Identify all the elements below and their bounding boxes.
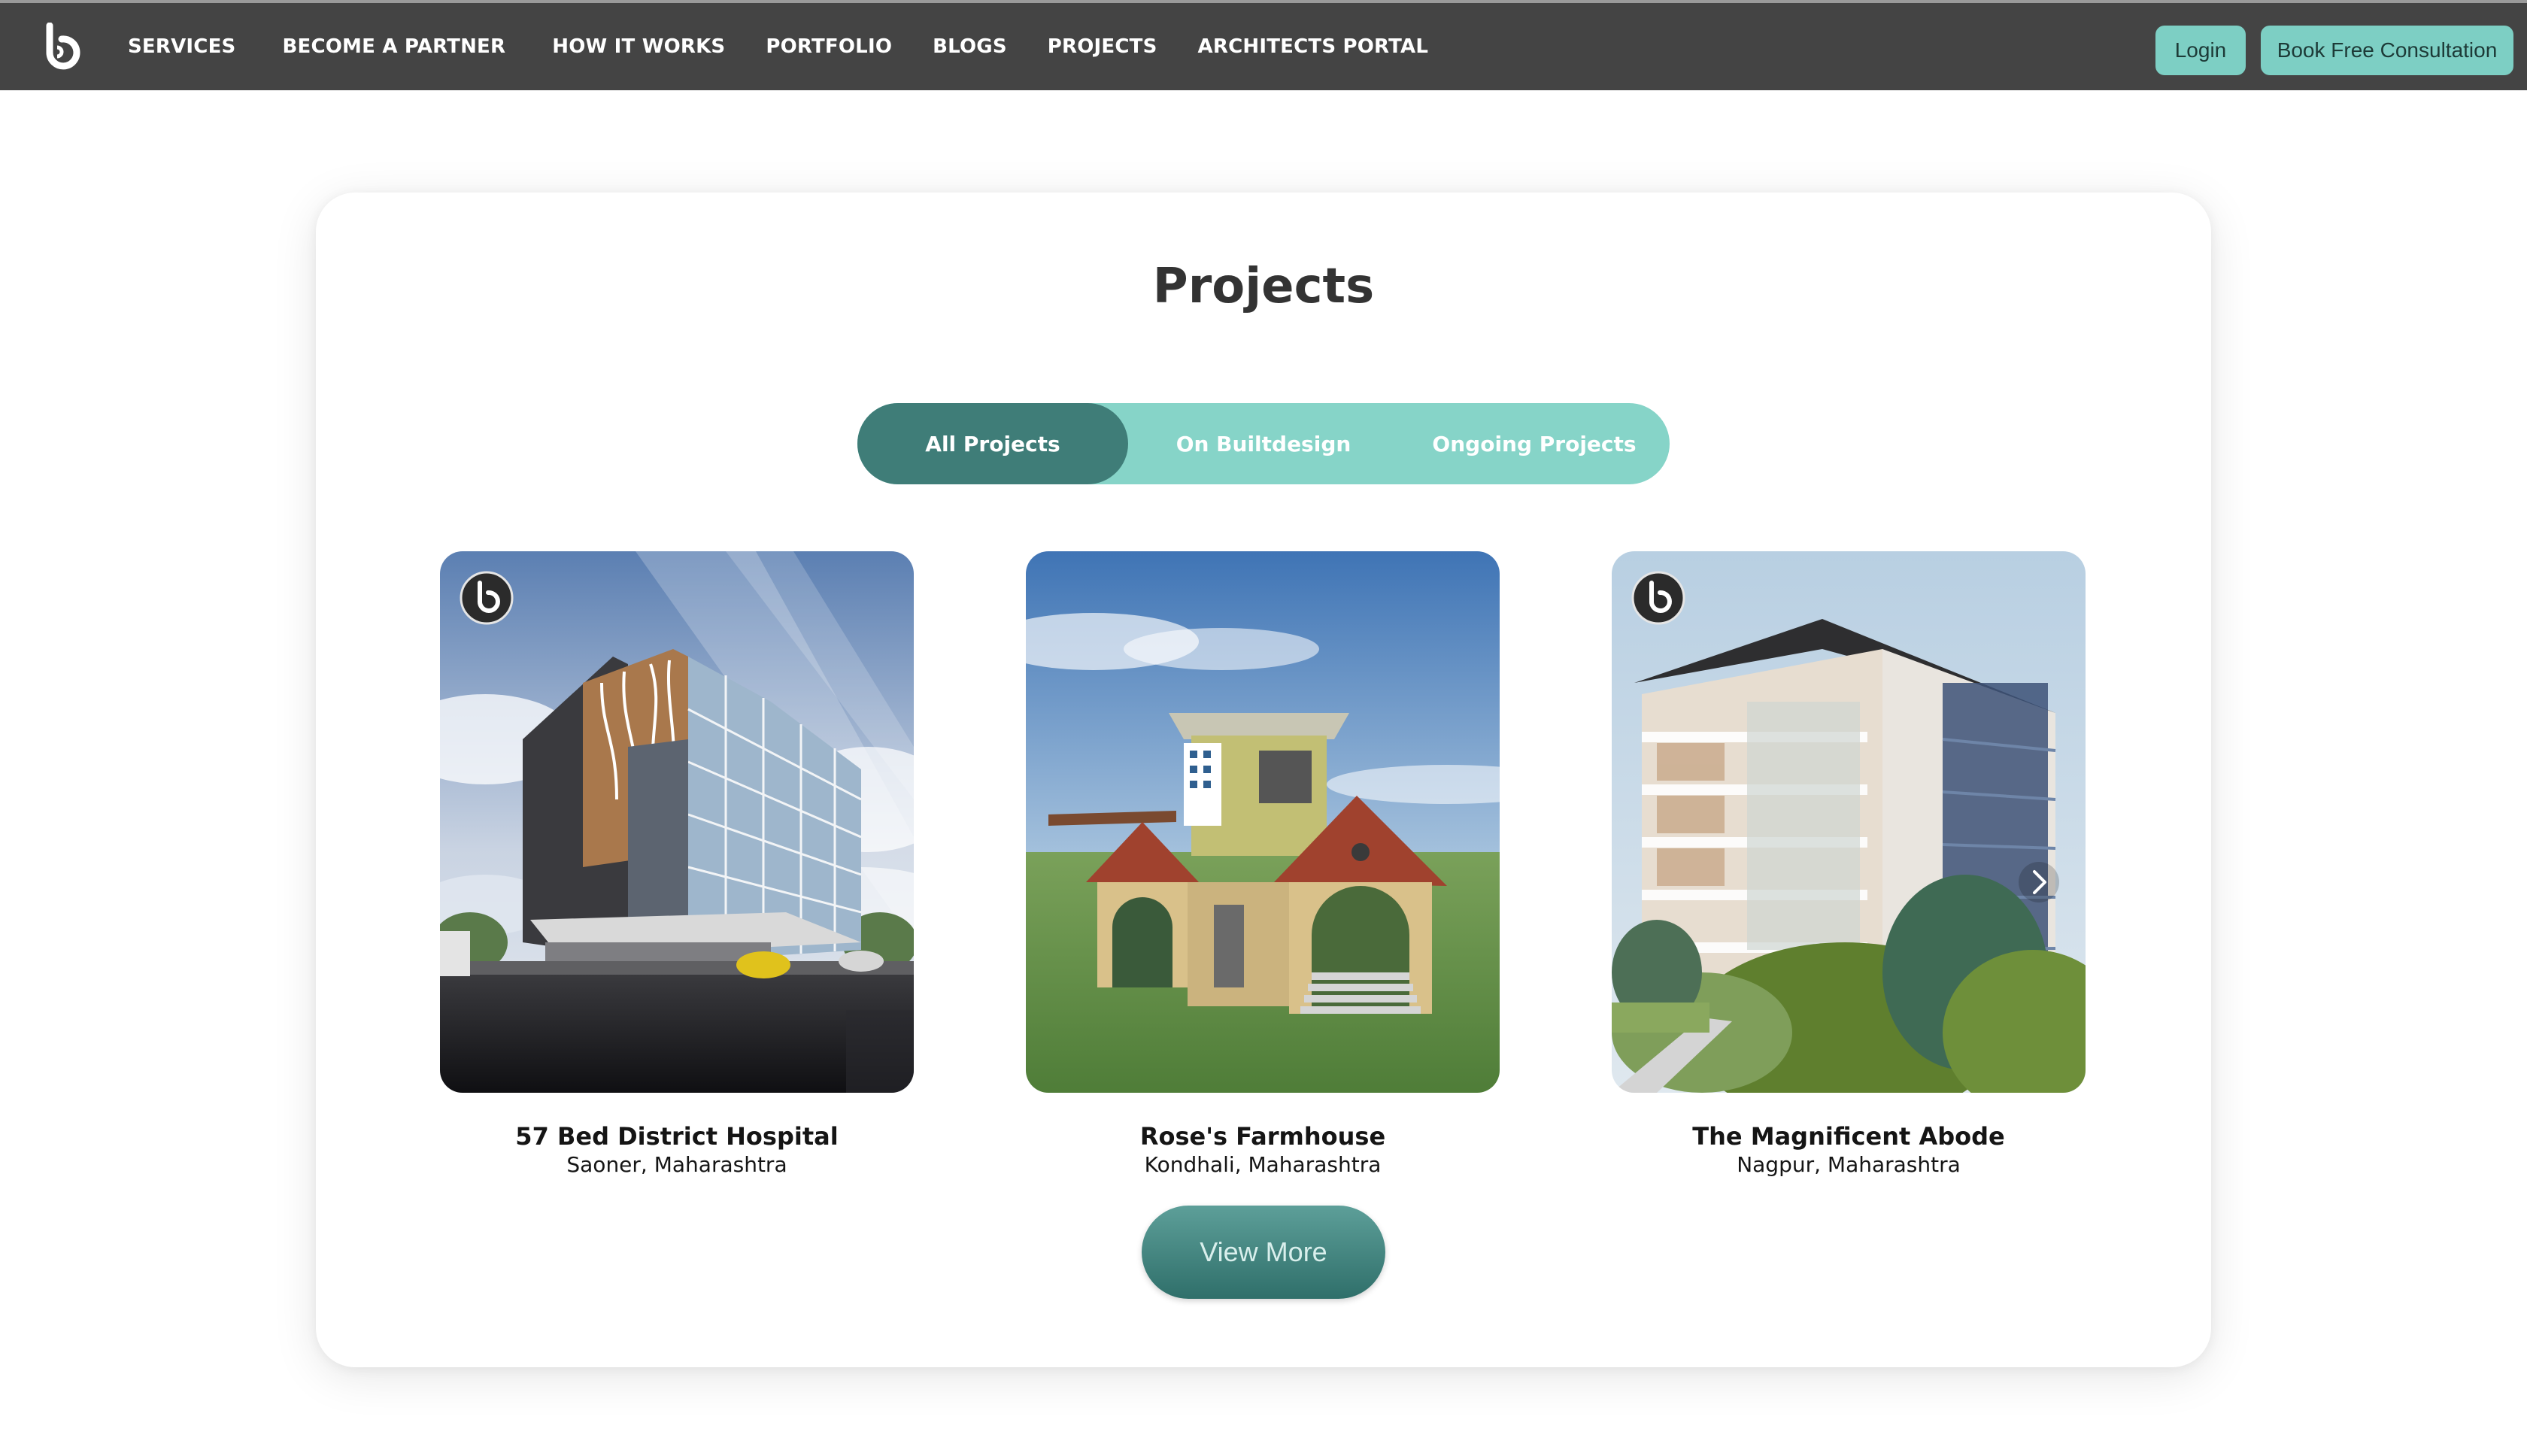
project-card-hospital[interactable]: 57 Bed District Hospital Saoner, Maharas…: [440, 551, 914, 1178]
farmhouse-render-image: [1026, 551, 1500, 1093]
project-name[interactable]: The Magnificent Abode: [1612, 1121, 2086, 1151]
builtdesign-watermark-icon: [460, 571, 514, 625]
nav-link-how-it-works[interactable]: HOW IT WORKS: [552, 35, 725, 58]
nav-link-become-a-partner[interactable]: BECOME A PARTNER: [282, 35, 505, 58]
nav-link-services[interactable]: SERVICES: [128, 35, 235, 58]
chevron-right-icon[interactable]: [2018, 861, 2060, 903]
project-filter-tabs: All Projects On Builtdesign Ongoing Proj…: [857, 403, 1670, 484]
builtdesign-watermark-icon: [1631, 571, 1685, 625]
book-free-consultation-button[interactable]: Book Free Consultation: [2261, 26, 2513, 75]
project-location: Nagpur, Maharashtra: [1737, 1152, 1961, 1177]
project-card-magnificent-abode[interactable]: The Magnificent Abode Nagpur, Maharashtr…: [1612, 551, 2086, 1178]
project-card-farmhouse[interactable]: Rose's Farmhouse Kondhali, Maharashtra: [1026, 551, 1500, 1178]
nav-link-blogs[interactable]: BLOGS: [933, 35, 1007, 58]
hospital-render-image: [440, 551, 914, 1093]
project-image-hospital[interactable]: [440, 551, 914, 1093]
nav-link-portfolio[interactable]: PORTFOLIO: [766, 35, 892, 58]
apartment-render-image: [1612, 551, 2086, 1093]
tab-all-projects[interactable]: All Projects: [857, 403, 1128, 484]
nav-link-projects[interactable]: PROJECTS: [1048, 35, 1157, 58]
project-image-magnificent-abode[interactable]: [1612, 551, 2086, 1093]
section-title: Projects: [1152, 259, 1375, 314]
project-image-farmhouse[interactable]: [1026, 551, 1500, 1093]
top-navbar: SERVICES BECOME A PARTNER HOW IT WORKS P…: [0, 0, 2527, 90]
project-location: Saoner, Maharashtra: [566, 1152, 787, 1177]
tab-ongoing-projects[interactable]: Ongoing Projects: [1399, 403, 1670, 484]
builtdesign-logo-icon[interactable]: [39, 23, 81, 71]
project-name[interactable]: Rose's Farmhouse: [1026, 1121, 1500, 1151]
project-name[interactable]: 57 Bed District Hospital: [440, 1121, 914, 1151]
main-nav: SERVICES BECOME A PARTNER HOW IT WORKS P…: [128, 3, 1475, 90]
view-more-button[interactable]: View More: [1142, 1206, 1385, 1299]
nav-link-architects-portal[interactable]: ARCHITECTS PORTAL: [1198, 35, 1429, 58]
project-location: Kondhali, Maharashtra: [1144, 1152, 1382, 1177]
tab-on-builtdesign[interactable]: On Builtdesign: [1128, 403, 1399, 484]
login-button[interactable]: Login: [2155, 26, 2246, 75]
